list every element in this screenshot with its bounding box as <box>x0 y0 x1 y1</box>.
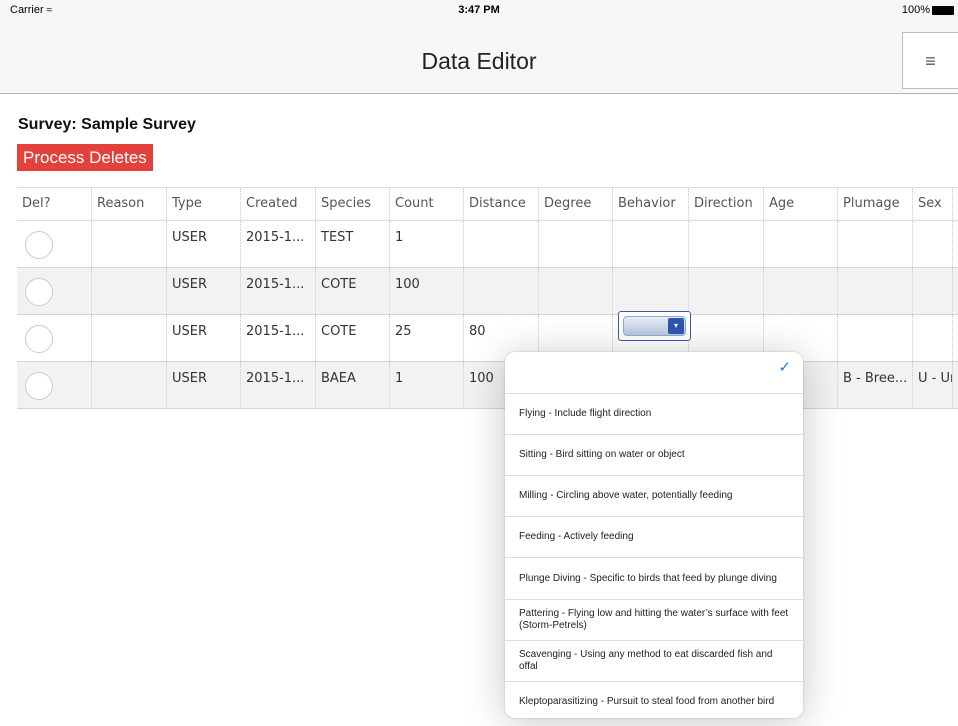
cell-sex[interactable]: U - Ur <box>913 362 953 408</box>
delete-radio-button[interactable] <box>25 325 53 353</box>
cell-reason[interactable] <box>92 221 167 267</box>
delete-radio-button[interactable] <box>25 372 53 400</box>
behavior-option-label: Pattering - Flying low and hitting the w… <box>519 608 789 631</box>
cell-type[interactable]: USER <box>167 315 241 361</box>
hamburger-icon: ≡ <box>925 51 936 71</box>
delete-toggle-cell[interactable] <box>17 268 92 314</box>
menu-button[interactable]: ≡ <box>902 32 958 89</box>
behavior-option-label: Flying - Include flight direction <box>519 408 652 419</box>
delete-radio-button[interactable] <box>25 278 53 306</box>
cell-reason[interactable] <box>92 315 167 361</box>
behavior-option-blank[interactable]: ✓ <box>505 352 803 393</box>
behavior-option-label: Sitting - Bird sitting on water or objec… <box>519 449 685 460</box>
cell-behavior[interactable] <box>613 221 689 267</box>
cell-species[interactable]: COTE <box>316 315 390 361</box>
behavior-option-label: Feeding - Actively feeding <box>519 531 634 542</box>
status-bar: Carrier ≈ 3:47 PM 100% <box>0 0 958 20</box>
cell-sex[interactable] <box>913 315 953 361</box>
cell-count[interactable]: 1 <box>390 362 464 408</box>
delete-toggle-cell[interactable] <box>17 362 92 408</box>
cell-direction[interactable] <box>689 268 764 314</box>
cell-degree[interactable] <box>539 268 613 314</box>
behavior-option[interactable]: Plunge Diving - Specific to birds that f… <box>505 557 803 599</box>
table-header-row: Del? Reason Type Created Species Count Distanc… <box>17 187 958 221</box>
column-header-age[interactable]: Age <box>764 188 838 220</box>
table-row[interactable]: USER 2015-1... TEST 1 <box>17 221 958 267</box>
behavior-option-label: Kleptoparasitizing - Pursuit to steal fo… <box>519 695 775 707</box>
cell-created[interactable]: 2015-1... <box>241 221 316 267</box>
column-header-behavior[interactable]: Behavior <box>613 188 689 220</box>
behavior-option-label: Scavenging - Using any method to eat dis… <box>519 649 773 672</box>
clock: 3:47 PM <box>458 4 500 16</box>
behavior-dropdown[interactable]: ▾ <box>618 311 691 341</box>
behavior-picker-popover: ✓ Flying - Include flight direction Sittin… <box>505 352 803 718</box>
delete-toggle-cell[interactable] <box>17 221 92 267</box>
behavior-dropdown-field: ▾ <box>623 316 686 336</box>
cell-age[interactable] <box>764 221 838 267</box>
cell-count[interactable]: 25 <box>390 315 464 361</box>
process-deletes-button[interactable]: Process Deletes <box>17 144 153 171</box>
cell-created[interactable]: 2015-1... <box>241 315 316 361</box>
cell-distance[interactable] <box>464 221 539 267</box>
cell-species[interactable]: COTE <box>316 268 390 314</box>
cell-reason[interactable] <box>92 268 167 314</box>
behavior-option[interactable]: Feeding - Actively feeding <box>505 516 803 557</box>
delete-toggle-cell[interactable] <box>17 315 92 361</box>
cell-behavior[interactable] <box>613 268 689 314</box>
cell-reason[interactable] <box>92 362 167 408</box>
navigation-bar: Data Editor ≡ <box>0 20 958 94</box>
column-header-reason[interactable]: Reason <box>92 188 167 220</box>
cell-type[interactable]: USER <box>167 362 241 408</box>
battery-indicator: 100% <box>902 0 954 20</box>
cell-age[interactable] <box>764 268 838 314</box>
column-header-del[interactable]: Del? <box>17 188 92 220</box>
column-header-count[interactable]: Count <box>390 188 464 220</box>
checkmark-icon: ✓ <box>778 359 791 376</box>
cell-direction[interactable] <box>689 221 764 267</box>
table-row[interactable]: USER2015-1...BAEA1100Ad...B - Bree...U -… <box>17 361 958 409</box>
cell-count[interactable]: 1 <box>390 221 464 267</box>
survey-title: Survey: Sample Survey <box>18 116 196 133</box>
column-header-distance[interactable]: Distance <box>464 188 539 220</box>
dropdown-arrow-icon: ▾ <box>668 318 684 334</box>
data-grid: Del? Reason Type Created Species Count Distanc… <box>17 187 958 409</box>
battery-percent: 100% <box>901 4 930 16</box>
behavior-option[interactable]: Milling - Circling above water, potentia… <box>505 475 803 516</box>
table-row[interactable]: USER 2015-1... COTE 100 <box>17 267 958 315</box>
column-header-sex[interactable]: Sex <box>913 188 953 220</box>
behavior-option[interactable]: Flying - Include flight direction <box>505 393 803 434</box>
cell-type[interactable]: USER <box>167 268 241 314</box>
column-header-direction[interactable]: Direction <box>689 188 764 220</box>
cell-plumage[interactable] <box>838 315 913 361</box>
behavior-option-label: Milling - Circling above water, potentia… <box>519 490 733 501</box>
cell-species[interactable]: BAEA <box>316 362 390 408</box>
cell-sex[interactable] <box>913 268 953 314</box>
column-header-degree[interactable]: Degree <box>539 188 613 220</box>
cell-sex[interactable] <box>913 221 953 267</box>
cell-created[interactable]: 2015-1... <box>241 268 316 314</box>
cell-plumage[interactable] <box>838 268 913 314</box>
table-row[interactable]: USER 2015-1... COTE 25 80 <box>17 315 958 361</box>
battery-icon <box>932 5 954 15</box>
page-title: Data Editor <box>421 48 537 74</box>
cell-species[interactable]: TEST <box>316 221 390 267</box>
cell-plumage[interactable] <box>838 221 913 267</box>
column-header-created[interactable]: Created <box>241 188 316 220</box>
cell-degree[interactable] <box>539 221 613 267</box>
behavior-option[interactable]: Pattering - Flying low and hitting the w… <box>505 599 803 640</box>
cell-plumage[interactable]: B - Bree... <box>838 362 913 408</box>
behavior-option[interactable]: Kleptoparasitizing - Pursuit to steal fo… <box>505 681 803 718</box>
cell-type[interactable]: USER <box>167 221 241 267</box>
cell-count[interactable]: 100 <box>390 268 464 314</box>
column-header-species[interactable]: Species <box>316 188 390 220</box>
behavior-option[interactable]: Sitting - Bird sitting on water or objec… <box>505 434 803 475</box>
delete-radio-button[interactable] <box>25 231 53 259</box>
column-header-plumage[interactable]: Plumage <box>838 188 913 220</box>
behavior-option[interactable]: Scavenging - Using any method to eat dis… <box>505 640 803 681</box>
behavior-option-label: Plunge Diving - Specific to birds that f… <box>519 572 777 584</box>
cell-created[interactable]: 2015-1... <box>241 362 316 408</box>
column-header-type[interactable]: Type <box>167 188 241 220</box>
cell-distance[interactable] <box>464 268 539 314</box>
